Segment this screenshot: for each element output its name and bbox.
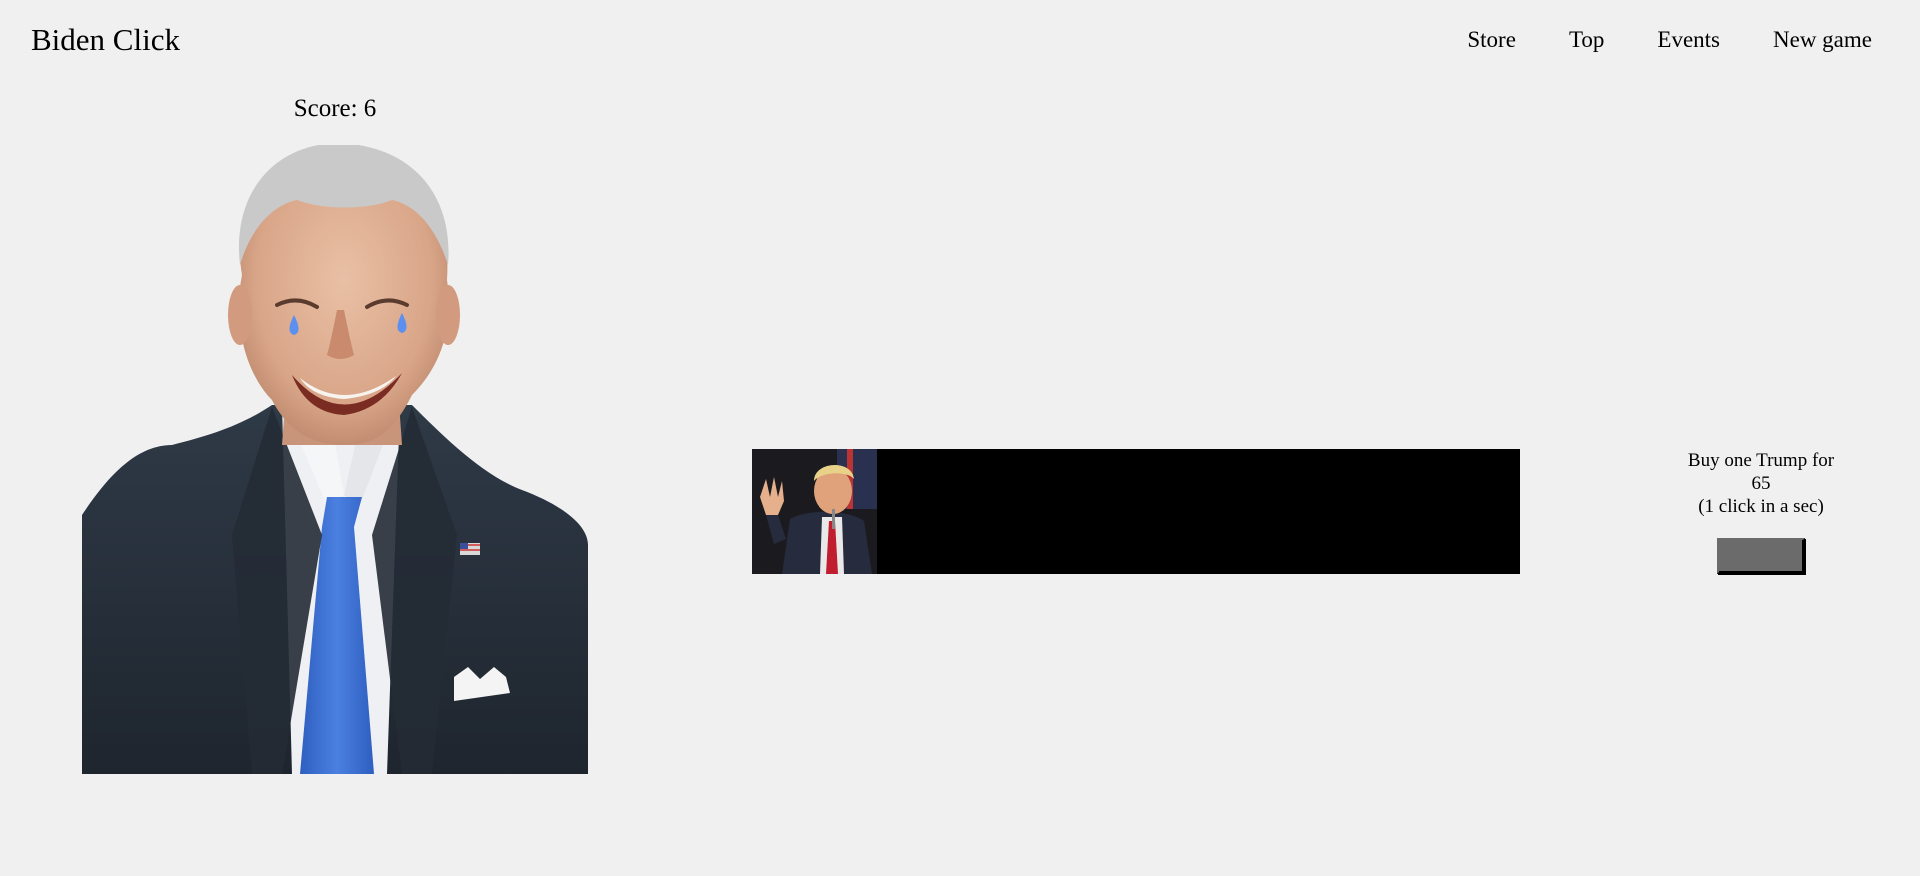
header: Biden Click Store Top Events New game (0, 0, 1920, 80)
score-display: Score: 6 (293, 95, 377, 122)
nav-new-game[interactable]: New game (1773, 24, 1872, 56)
main-nav: Store Top Events New game (1467, 24, 1872, 56)
helper-banner (752, 449, 1520, 574)
nav-top[interactable]: Top (1569, 24, 1604, 56)
offer-text: Buy one Trump for (1687, 450, 1835, 471)
biden-caricature-image (82, 145, 588, 774)
nav-store[interactable]: Store (1467, 24, 1516, 56)
nav-events[interactable]: Events (1657, 24, 1720, 56)
biden-click-target[interactable] (82, 145, 588, 774)
buy-trump-button[interactable] (1717, 538, 1805, 574)
offer-rate: (1 click in a sec) (1698, 496, 1824, 517)
shop-panel: Buy one Trump for 65 (1 click in a sec) (1660, 449, 1862, 574)
trump-thumbnail-image (752, 449, 877, 574)
app-title[interactable]: Biden Click (31, 20, 180, 60)
offer-price: 65 (1751, 473, 1771, 494)
